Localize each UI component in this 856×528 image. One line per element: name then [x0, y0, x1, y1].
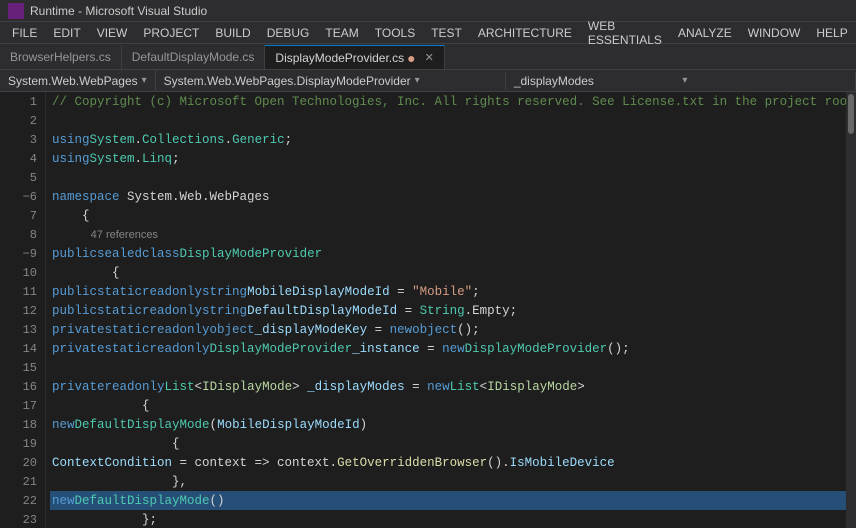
code-line: using System.Linq; — [50, 149, 846, 168]
menu-item-test[interactable]: TEST — [423, 24, 470, 42]
menu-item-web essentials[interactable]: WEB ESSENTIALS — [580, 17, 670, 49]
menu-item-help[interactable]: HELP — [808, 24, 855, 42]
line-number: 19 — [0, 434, 45, 453]
line-number: 15 — [0, 358, 45, 377]
line-number: 4 — [0, 149, 45, 168]
line-number: 20 — [0, 453, 45, 472]
app-title: Runtime - Microsoft Visual Studio — [30, 4, 207, 18]
code-line: new DefaultDisplayMode() — [50, 491, 846, 510]
line-numbers: 12345−678−910111213141516171819202122232… — [0, 92, 46, 528]
nav-member-arrow: ▾ — [682, 75, 847, 86]
line-number: −6 — [0, 187, 45, 206]
code-line: public static readonly string DefaultDis… — [50, 301, 846, 320]
scrollbar[interactable] — [846, 92, 856, 528]
code-area[interactable]: // Copyright (c) Microsoft Open Technolo… — [46, 92, 846, 528]
code-line: // Copyright (c) Microsoft Open Technolo… — [50, 92, 846, 111]
nav-namespace-arrow: ▾ — [142, 75, 147, 86]
line-number: 7 — [0, 206, 45, 225]
code-line: { — [50, 263, 846, 282]
menu-item-file[interactable]: FILE — [4, 24, 45, 42]
line-number: 22 — [0, 491, 45, 510]
tab-bar: BrowserHelpers.csDefaultDisplayMode.csDi… — [0, 44, 856, 70]
line-number: 13 — [0, 320, 45, 339]
tab-displaymodeprovider-cs[interactable]: DisplayModeProvider.cs●✕ — [265, 45, 444, 69]
line-number: 17 — [0, 396, 45, 415]
line-number: 18 — [0, 415, 45, 434]
code-line: { — [50, 206, 846, 225]
menu-item-tools[interactable]: TOOLS — [367, 24, 423, 42]
title-bar: Runtime - Microsoft Visual Studio — [0, 0, 856, 22]
menu-item-build[interactable]: BUILD — [207, 24, 258, 42]
nav-class-arrow: ▾ — [415, 75, 497, 86]
code-line: private static readonly object _displayM… — [50, 320, 846, 339]
code-line: { — [50, 396, 846, 415]
menu-item-view[interactable]: VIEW — [89, 24, 136, 42]
code-line: public static readonly string MobileDisp… — [50, 282, 846, 301]
nav-member[interactable]: _displayModes ▾ — [506, 72, 856, 90]
scroll-thumb[interactable] — [848, 94, 854, 134]
code-line: namespace System.Web.WebPages — [50, 187, 846, 206]
tab-browserhelpers-cs[interactable]: BrowserHelpers.cs — [0, 45, 122, 69]
line-number: 23 — [0, 510, 45, 528]
tab-defaultdisplaymode-cs[interactable]: DefaultDisplayMode.cs — [122, 45, 266, 69]
menu-item-project[interactable]: PROJECT — [135, 24, 207, 42]
vs-logo-icon — [8, 3, 24, 19]
code-line — [50, 111, 846, 130]
line-number: 8 — [0, 225, 45, 244]
code-line: }, — [50, 472, 846, 491]
menu-item-architecture[interactable]: ARCHITECTURE — [470, 24, 580, 42]
code-line: private readonly List<IDisplayMode> _dis… — [50, 377, 846, 396]
code-line: using System.Collections.Generic; — [50, 130, 846, 149]
menu-item-team[interactable]: TEAM — [317, 24, 366, 42]
line-number: 10 — [0, 263, 45, 282]
nav-class[interactable]: System.Web.WebPages.DisplayModeProvider … — [156, 72, 506, 90]
code-line — [50, 168, 846, 187]
nav-namespace[interactable]: System.Web.WebPages ▾ — [0, 70, 156, 91]
code-line: 47 references — [50, 225, 846, 244]
line-number: 5 — [0, 168, 45, 187]
line-number: −9 — [0, 244, 45, 263]
line-number: 3 — [0, 130, 45, 149]
line-number: 1 — [0, 92, 45, 111]
menu-item-edit[interactable]: EDIT — [45, 24, 88, 42]
code-line: ContextCondition = context => context.Ge… — [50, 453, 846, 472]
code-line: { — [50, 434, 846, 453]
menu-bar: FILEEDITVIEWPROJECTBUILDDEBUGTEAMTOOLSTE… — [0, 22, 856, 44]
line-number: 11 — [0, 282, 45, 301]
code-line: }; — [50, 510, 846, 528]
menu-item-window[interactable]: WINDOW — [740, 24, 809, 42]
line-number: 12 — [0, 301, 45, 320]
code-line: private static readonly DisplayModeProvi… — [50, 339, 846, 358]
code-line: new DefaultDisplayMode(MobileDisplayMode… — [50, 415, 846, 434]
line-number: 16 — [0, 377, 45, 396]
line-number: 2 — [0, 111, 45, 130]
menu-item-analyze[interactable]: ANALYZE — [670, 24, 740, 42]
navigation-bar: System.Web.WebPages ▾ System.Web.WebPage… — [0, 70, 856, 92]
code-line: public sealed class DisplayModeProvider — [50, 244, 846, 263]
tab-close-btn[interactable]: ✕ — [425, 51, 434, 64]
menu-item-debug[interactable]: DEBUG — [259, 24, 318, 42]
code-line — [50, 358, 846, 377]
line-number: 14 — [0, 339, 45, 358]
line-number: 21 — [0, 472, 45, 491]
editor: 12345−678−910111213141516171819202122232… — [0, 92, 856, 528]
